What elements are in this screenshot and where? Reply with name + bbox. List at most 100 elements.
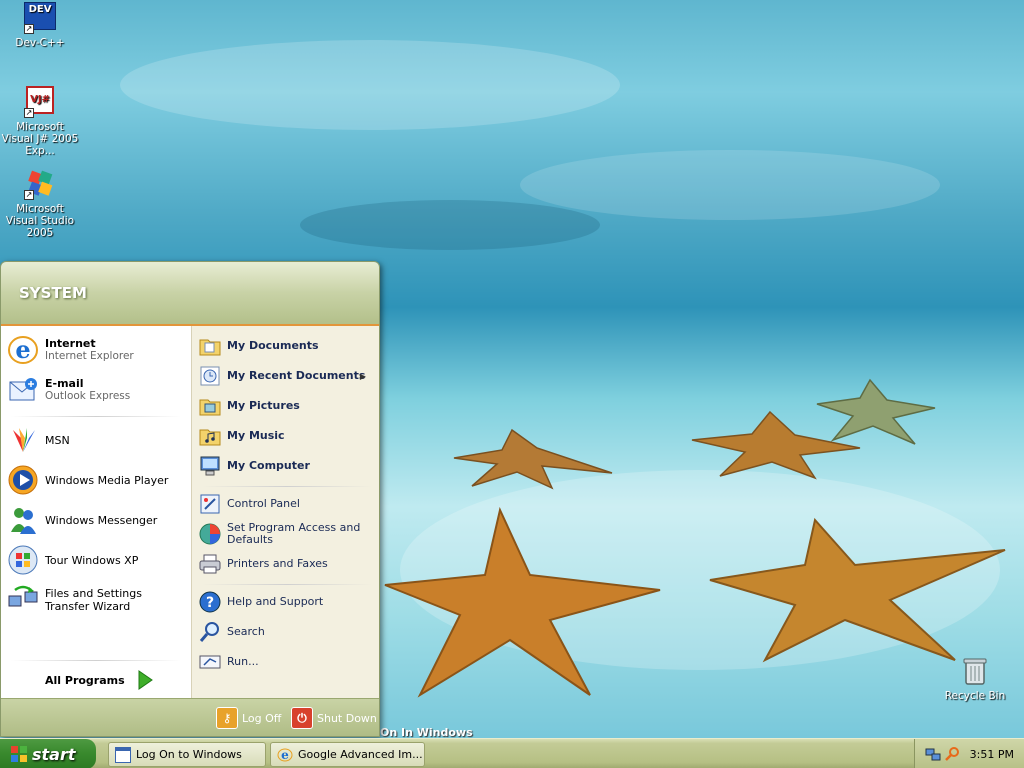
background-window-title: On In Windows xyxy=(380,726,473,738)
separator xyxy=(202,584,372,585)
pinned-item-title: E-mail xyxy=(45,377,84,390)
system-tray: 3:51 PM xyxy=(914,739,1024,768)
shortcut-arrow-icon: ↗ xyxy=(24,108,34,118)
power-icon: ⏻ xyxy=(291,707,313,729)
settings-item-control-panel[interactable]: Control Panel xyxy=(198,492,374,516)
clock[interactable]: 3:51 PM xyxy=(970,748,1014,761)
place-item-label: My Computer xyxy=(227,459,310,472)
place-item-my-computer[interactable]: My Computer xyxy=(198,454,374,478)
devcpp-icon: DEV ↗ xyxy=(24,2,56,34)
program-item-label: Files and Settings Transfer Wizard xyxy=(45,587,142,613)
all-programs-label: All Programs xyxy=(45,673,125,687)
program-item-label: Windows Media Player xyxy=(45,473,169,487)
program-item-media-player[interactable]: Windows Media Player xyxy=(7,464,187,496)
starfish-decoration xyxy=(816,378,936,445)
desktop-icon-visual-jsharp[interactable]: VJ# ↗ Microsoft Visual J# 2005 Exp... xyxy=(0,86,80,157)
place-item-label: My Recent Documents xyxy=(227,369,366,382)
network-icon[interactable] xyxy=(925,746,941,762)
program-item-messenger[interactable]: Windows Messenger xyxy=(7,504,187,536)
program-item-tour[interactable]: Tour Windows XP xyxy=(7,544,187,576)
recent-documents-icon xyxy=(198,364,222,388)
submenu-arrow-icon: ▶ xyxy=(359,371,366,381)
start-button[interactable]: start xyxy=(0,739,96,768)
folder-documents-icon xyxy=(198,334,222,358)
pinned-item-internet[interactable]: e Internet Internet Explorer xyxy=(7,334,187,366)
program-item-msn[interactable]: MSN xyxy=(7,424,187,456)
desktop-icon-label: Microsoft Visual J# 2005 Exp... xyxy=(1,121,79,157)
starfish-decoration xyxy=(453,428,613,490)
pinned-item-subtitle: Internet Explorer xyxy=(45,350,134,362)
user-name: SYSTEM xyxy=(19,284,87,302)
all-programs-button[interactable]: All Programs xyxy=(45,668,155,692)
settings-item-printers[interactable]: Printers and Faxes xyxy=(198,552,374,576)
help-item-search[interactable]: Search xyxy=(198,620,374,644)
shut-down-button[interactable]: ⏻ Shut Down xyxy=(291,707,377,729)
place-item-my-music[interactable]: My Music xyxy=(198,424,374,448)
settings-item-label: Set Program Access and Defaults xyxy=(227,521,361,546)
outlook-express-icon xyxy=(7,374,39,406)
start-menu: SYSTEM e Internet Internet Explorer E-mai… xyxy=(0,261,380,737)
separator xyxy=(202,486,372,487)
shortcut-arrow-icon: ↗ xyxy=(24,24,34,34)
run-icon xyxy=(198,650,222,674)
help-item-run[interactable]: Run... xyxy=(198,650,374,674)
green-arrow-icon xyxy=(138,670,153,690)
messenger-icon xyxy=(7,504,39,536)
my-computer-icon xyxy=(198,454,222,478)
desktop-icon-recycle-bin[interactable]: Recycle Bin xyxy=(935,655,1015,702)
taskbar-button-logon[interactable]: Log On to Windows xyxy=(108,742,266,767)
start-label: start xyxy=(32,744,76,764)
key-icon: ⚷ xyxy=(216,707,238,729)
separator xyxy=(11,416,181,417)
separator xyxy=(11,660,181,661)
place-item-label: My Documents xyxy=(227,339,319,352)
shut-down-label: Shut Down xyxy=(317,711,377,725)
search-icon xyxy=(198,620,222,644)
place-item-my-documents[interactable]: My Documents xyxy=(198,334,374,358)
search-tray-icon[interactable] xyxy=(944,746,960,762)
place-item-label: My Music xyxy=(227,429,285,442)
help-item-help-support[interactable]: ? Help and Support xyxy=(198,590,374,614)
place-item-label: My Pictures xyxy=(227,399,300,412)
desktop-icon-devcpp[interactable]: DEV ↗ Dev-C++ xyxy=(0,2,80,49)
help-item-label: Run... xyxy=(227,655,259,668)
internet-explorer-icon: e xyxy=(277,747,293,763)
program-defaults-icon xyxy=(198,522,222,546)
desktop-icon-label: Dev-C++ xyxy=(15,37,65,49)
taskbar-button-label: Google Advanced Im... xyxy=(298,748,423,761)
window-icon xyxy=(115,746,131,763)
log-off-label: Log Off xyxy=(242,711,282,725)
settings-item-program-defaults[interactable]: Set Program Access and Defaults xyxy=(198,522,374,546)
help-item-label: Help and Support xyxy=(227,595,324,608)
start-menu-right-panel: My Documents My Recent Documents ▶ My Pi… xyxy=(191,326,379,698)
svg-text:e: e xyxy=(281,748,289,762)
place-item-my-pictures[interactable]: My Pictures xyxy=(198,394,374,418)
desktop-icon-label: Recycle Bin xyxy=(944,690,1006,702)
log-off-button[interactable]: ⚷ Log Off xyxy=(216,707,281,729)
recycle-bin-icon xyxy=(959,655,991,687)
taskbar: start Log On to Windows e Google Advance… xyxy=(0,738,1024,768)
msn-icon xyxy=(7,424,39,456)
pinned-item-email[interactable]: E-mail Outlook Express xyxy=(7,374,187,406)
folder-music-icon xyxy=(198,424,222,448)
svg-text:?: ? xyxy=(206,595,214,611)
tour-icon xyxy=(7,544,39,576)
windows-logo-icon xyxy=(11,746,27,762)
pinned-item-subtitle: Outlook Express xyxy=(45,390,131,402)
help-item-label: Search xyxy=(227,625,265,638)
program-item-transfer-wizard[interactable]: Files and Settings Transfer Wizard xyxy=(7,584,187,616)
start-menu-left-panel: e Internet Internet Explorer E-mail Outloo… xyxy=(1,326,191,698)
desktop-icon-visual-studio[interactable]: ↗ Microsoft Visual Studio 2005 xyxy=(0,168,80,239)
starfish-decoration xyxy=(709,517,1006,663)
settings-item-label: Control Panel xyxy=(227,497,300,510)
transfer-wizard-icon xyxy=(7,584,39,616)
program-item-label: MSN xyxy=(45,433,70,447)
printer-icon xyxy=(198,552,222,576)
place-item-recent-documents[interactable]: My Recent Documents ▶ xyxy=(198,364,374,388)
program-item-label: Tour Windows XP xyxy=(45,553,139,567)
internet-explorer-icon: e xyxy=(7,334,39,366)
start-menu-footer: ⚷ Log Off ⏻ Shut Down xyxy=(1,698,379,736)
taskbar-button-browser[interactable]: e Google Advanced Im... xyxy=(270,742,425,767)
svg-text:e: e xyxy=(15,335,30,364)
control-panel-icon xyxy=(198,492,222,516)
